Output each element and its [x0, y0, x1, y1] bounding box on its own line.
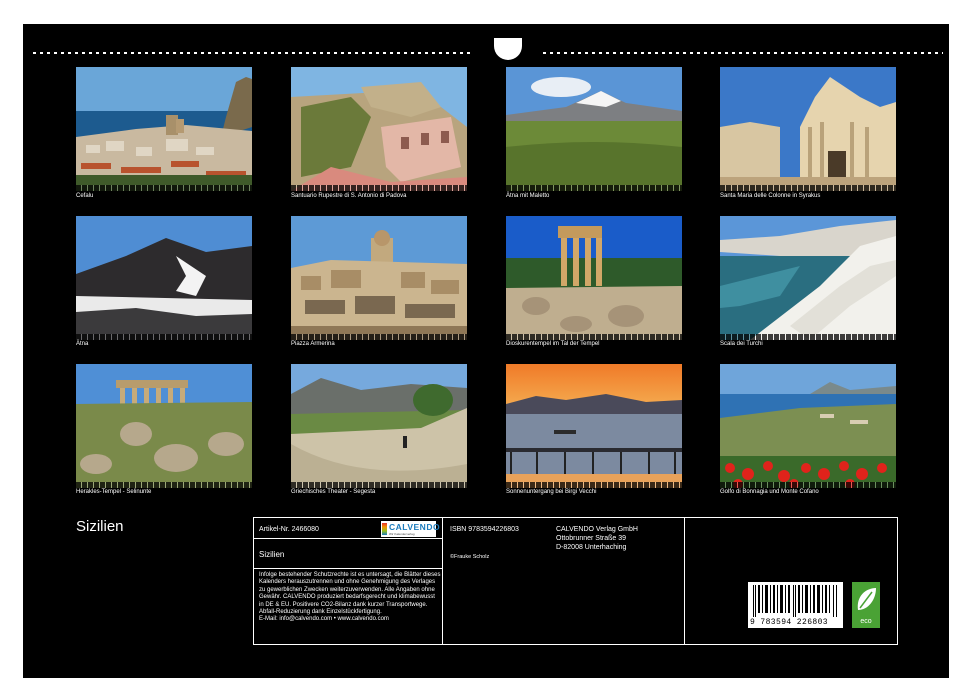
caption-golfo: Golfo di Bonnagia und Monte Cofano	[720, 489, 819, 495]
photo-etna	[76, 216, 252, 340]
caption-dioskuren: Dioskurentempel im Tal der Tempel	[506, 341, 600, 347]
photo-segesta	[291, 364, 467, 488]
logo-subtext: Wir Kalenderverlag	[389, 532, 415, 536]
divider	[684, 518, 685, 644]
calendar-strip	[720, 185, 896, 191]
logo-swatch-icon	[382, 523, 387, 535]
eco-label: eco	[860, 618, 872, 625]
copyright: ©Frauke Scholz	[450, 554, 490, 560]
caption-segesta: Griechisches Theater - Segesta	[291, 489, 376, 495]
calendar-title: Sizilien	[76, 518, 124, 535]
calendar-strip	[506, 482, 682, 488]
caption-piazza: Piazza Armerina	[291, 341, 335, 347]
caption-etna: Ätna	[76, 341, 89, 347]
divider	[254, 538, 442, 539]
wire-binding-right	[543, 52, 943, 54]
caption-etna-maletto: Ätna mit Maletto	[506, 193, 550, 199]
photo-piazza	[291, 216, 467, 340]
photo-golfo	[720, 364, 896, 488]
caption-syrakus: Santa Maria delle Colonne in Syrakus	[720, 193, 821, 199]
contact-email: E-Mail: info@calvendo.com • www.calvendo…	[259, 616, 389, 622]
caption-santuario: Santuario Rupestre di S. Antonio di Pado…	[291, 193, 407, 199]
barcode-bars	[753, 585, 837, 617]
publisher-line: D-82008 Unterhaching	[556, 544, 627, 551]
wire-binding-left	[33, 52, 473, 54]
publisher-line: CALVENDO Verlag GmbH	[556, 526, 638, 533]
calendar-strip	[291, 334, 467, 340]
calendar-strip	[291, 185, 467, 191]
binding-hole	[494, 38, 522, 60]
calendar-strip	[291, 482, 467, 488]
photo-etna-maletto	[506, 67, 682, 191]
calendar-strip	[76, 185, 252, 191]
caption-selinunte: Herakles-Tempel - Selinunte	[76, 489, 152, 495]
publisher-info-box: Artikel-Nr. 2466080 CALVENDO Wir Kalende…	[253, 517, 898, 645]
photo-syrakus	[720, 67, 896, 191]
isbn: ISBN 9783594226803	[450, 526, 519, 533]
caption-scala: Scala dei Turchi	[720, 341, 763, 347]
divider	[254, 568, 442, 569]
photo-sunset	[506, 364, 682, 488]
barcode: 9 783594 226803	[748, 582, 843, 628]
caption-cefalu: Cefalu	[76, 193, 94, 199]
article-number: Artikel-Nr. 2466080	[259, 526, 319, 533]
calendar-strip	[506, 185, 682, 191]
calendar-strip	[76, 482, 252, 488]
publisher-address: CALVENDO Verlag GmbH Ottobrunner Straße …	[556, 525, 638, 552]
photo-dioskuren	[506, 216, 682, 340]
legal-notice: Infolge bestehender Schutzrechte ist es …	[259, 572, 441, 616]
eco-badge: eco	[852, 582, 880, 628]
barcode-number: 9 783594 226803	[750, 618, 829, 627]
photo-scala	[720, 216, 896, 340]
leaf-icon	[857, 588, 876, 610]
calendar-strip	[506, 334, 682, 340]
photo-cefalu	[76, 67, 252, 191]
divider	[442, 518, 443, 644]
calendar-name: Sizilien	[259, 550, 285, 559]
caption-sunset: Sonnenuntergang bei Birgi Vecchi	[506, 489, 597, 495]
calendar-strip	[720, 482, 896, 488]
photo-selinunte	[76, 364, 252, 488]
photo-santuario	[291, 67, 467, 191]
calendar-strip	[720, 334, 896, 340]
calendar-strip	[76, 334, 252, 340]
logo-text: CALVENDO	[389, 522, 441, 532]
calvendo-logo: CALVENDO Wir Kalenderverlag	[381, 521, 440, 537]
publisher-line: Ottobrunner Straße 39	[556, 535, 627, 542]
